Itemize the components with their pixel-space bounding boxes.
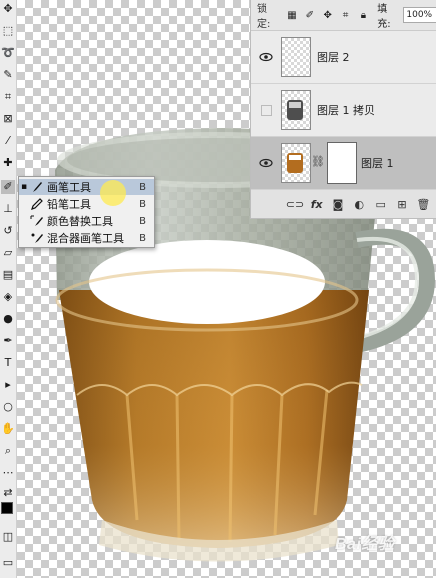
menu-item-mixer-brush-tool[interactable]: 混合器画笔工具 B	[19, 230, 154, 246]
screen-mode-icon[interactable]: ▭	[1, 556, 15, 570]
foreground-color-swatch[interactable]	[1, 502, 13, 514]
fill-label: 填充:	[377, 4, 391, 30]
lock-bar: 锁定: ▦ ✐ ✥ ⌗ 🔒︎ 填充: 100%	[251, 0, 436, 31]
layer-row[interactable]: 图层 2	[251, 31, 436, 84]
menu-item-label: 颜色替换工具	[47, 215, 113, 228]
mouse-cursor-highlight	[100, 180, 126, 206]
dodge-tool-icon[interactable]: ●	[1, 312, 15, 326]
more-tools-icon[interactable]: ⋯	[1, 466, 15, 480]
menu-item-brush-tool[interactable]: ▪ 画笔工具 B	[19, 179, 154, 195]
fx-icon[interactable]: fx	[309, 196, 324, 212]
marquee-tool-icon[interactable]: ⬚	[1, 24, 15, 38]
mask-icon[interactable]: ◙	[330, 196, 345, 212]
lock-label: 锁定:	[257, 4, 271, 30]
link-icon[interactable]: ⊂⊃	[286, 196, 304, 212]
shape-tool-icon[interactable]: ○	[1, 400, 15, 414]
path-select-tool-icon[interactable]: ▸	[1, 378, 15, 392]
swap-colors-icon[interactable]: ⇄	[1, 486, 15, 500]
slice-tool-icon[interactable]: ⊠	[1, 112, 15, 126]
quick-select-tool-icon[interactable]: ✎	[1, 68, 15, 82]
menu-item-label: 混合器画笔工具	[47, 232, 124, 245]
history-brush-tool-icon[interactable]: ↺	[1, 224, 15, 238]
menu-item-label: 铅笔工具	[47, 198, 91, 211]
tools-panel: ✥ ⬚ ➰ ✎ ⌗ ⊠ ⁄ ✚ ✐ ⊥ ↺ ▱ ▤ ◈ ● ✒ T ▸ ○ ✋ …	[0, 0, 17, 578]
hand-tool-icon[interactable]: ✋	[1, 422, 15, 436]
menu-item-color-replace-tool[interactable]: 颜色替换工具 B	[19, 213, 154, 229]
menu-item-shortcut: B	[139, 232, 146, 244]
lock-artboard-icon[interactable]: ⌗	[340, 9, 352, 21]
brush-tool-flyout-menu: ▪ 画笔工具 B 铅笔工具 B 颜色替换工具 B 混合器画笔工具 B	[18, 176, 155, 248]
layer-row[interactable]: ⛓︎ 图层 1	[251, 137, 436, 190]
menu-item-shortcut: B	[139, 198, 146, 210]
visibility-off-box[interactable]	[261, 105, 272, 116]
lock-transparency-icon[interactable]: ▦	[286, 9, 298, 21]
mixer-brush-icon	[29, 231, 45, 245]
gradient-tool-icon[interactable]: ▤	[1, 268, 15, 282]
mask-link-icon[interactable]: ⛓︎	[311, 155, 325, 168]
pen-tool-icon[interactable]: ✒	[1, 334, 15, 348]
current-tool-marker: ▪	[20, 182, 28, 192]
stamp-tool-icon[interactable]: ⊥	[1, 202, 15, 216]
menu-item-label: 画笔工具	[47, 181, 91, 194]
visibility-eye-icon[interactable]	[259, 156, 273, 170]
group-icon[interactable]: ▭	[373, 196, 388, 212]
lock-paint-icon[interactable]: ✐	[304, 9, 316, 21]
eraser-tool-icon[interactable]: ▱	[1, 246, 15, 260]
layer-name[interactable]: 图层 1	[361, 155, 394, 171]
layer-thumbnail	[281, 37, 311, 77]
new-layer-icon[interactable]: ⊞	[394, 196, 409, 212]
lock-position-icon[interactable]: ✥	[322, 9, 334, 21]
layers-panel: 锁定: ▦ ✐ ✥ ⌗ 🔒︎ 填充: 100% 图层 2 图层 1 拷贝 ⛓︎ …	[250, 0, 436, 219]
healing-tool-icon[interactable]: ✚	[1, 156, 15, 170]
crop-tool-icon[interactable]: ⌗	[1, 90, 15, 104]
layer-name[interactable]: 图层 1 拷贝	[317, 102, 375, 118]
color-replace-icon	[29, 214, 45, 228]
trash-icon[interactable]: 🗑︎	[416, 196, 431, 212]
layer-thumbnail	[281, 90, 311, 130]
type-tool-icon[interactable]: T	[1, 356, 15, 370]
menu-item-pencil-tool[interactable]: 铅笔工具 B	[19, 196, 154, 212]
pencil-icon	[29, 197, 45, 211]
brush-icon	[29, 180, 45, 194]
lock-all-icon[interactable]: 🔒︎	[357, 9, 369, 21]
quick-mask-icon[interactable]: ◫	[1, 530, 15, 544]
lasso-tool-icon[interactable]: ➰	[1, 46, 15, 60]
move-tool-icon[interactable]: ✥	[1, 2, 15, 16]
watermark-text: Bai经验	[335, 536, 395, 553]
visibility-eye-icon[interactable]	[259, 50, 273, 64]
eyedropper-tool-icon[interactable]: ⁄	[1, 134, 15, 148]
menu-item-shortcut: B	[139, 181, 146, 193]
brush-tool-icon[interactable]: ✐	[1, 180, 15, 194]
adjustment-icon[interactable]: ◐	[352, 196, 367, 212]
fill-input[interactable]: 100%	[403, 7, 436, 23]
blur-tool-icon[interactable]: ◈	[1, 290, 15, 304]
layers-footer: ⊂⊃ fx ◙ ◐ ▭ ⊞ 🗑︎	[251, 190, 436, 218]
zoom-tool-icon[interactable]: ⌕	[1, 444, 15, 458]
menu-item-shortcut: B	[139, 215, 146, 227]
layer-thumbnail	[281, 143, 311, 183]
layer-mask-thumbnail[interactable]	[327, 142, 357, 184]
layer-name[interactable]: 图层 2	[317, 49, 350, 65]
layer-row[interactable]: 图层 1 拷贝	[251, 84, 436, 137]
